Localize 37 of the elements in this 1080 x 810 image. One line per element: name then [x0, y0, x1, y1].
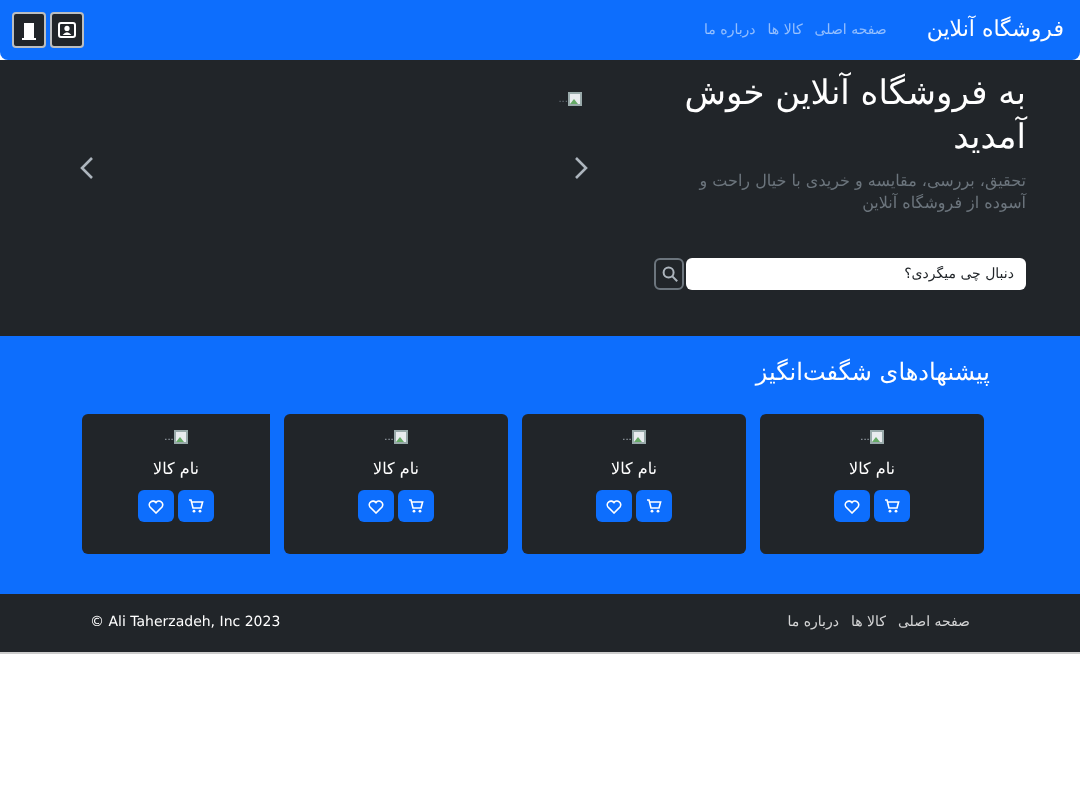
- add-to-cart-button[interactable]: [398, 490, 434, 522]
- heart-icon: [844, 499, 860, 513]
- favorite-button[interactable]: [358, 490, 394, 522]
- heart-icon: [148, 499, 164, 513]
- cart-icon: [646, 498, 662, 514]
- cart-icon: [884, 498, 900, 514]
- search-icon: [661, 266, 678, 282]
- cart-icon: [188, 498, 204, 514]
- favorite-button[interactable]: [834, 490, 870, 522]
- favorite-button[interactable]: [596, 490, 632, 522]
- heart-icon: [368, 499, 384, 513]
- broken-image-icon: [631, 430, 646, 444]
- product-name: نام کالا: [849, 458, 895, 482]
- broken-image-icon: [173, 430, 188, 444]
- cart-icon: [408, 498, 424, 514]
- product-name: نام کالا: [153, 458, 199, 482]
- add-to-cart-button[interactable]: [178, 490, 214, 522]
- broken-image-icon: [568, 92, 582, 106]
- door-icon: [22, 21, 36, 39]
- hero-title: به فروشگاه آنلاین خوش آمدید: [682, 72, 1026, 160]
- section-title: پیشنهادهای شگفت‌انگیز: [752, 356, 992, 390]
- chevron-right-icon: [573, 156, 587, 180]
- brand-title[interactable]: فروشگاه آنلاین: [926, 13, 1064, 47]
- person-card-icon: [58, 22, 76, 38]
- broken-image-icon: [393, 430, 408, 444]
- favorite-button[interactable]: [138, 490, 174, 522]
- product-name: نام کالا: [373, 458, 419, 482]
- broken-image-icon: [869, 430, 884, 444]
- add-to-cart-button[interactable]: [636, 490, 672, 522]
- hero-subtitle: تحقیق، بررسی، مقایسه و خریدی با خیال راحت و آسوده از فروشگاه آنلاین: [696, 170, 1026, 214]
- door-button[interactable]: [12, 12, 46, 48]
- add-to-cart-button[interactable]: [874, 490, 910, 522]
- product-name: نام کالا: [611, 458, 657, 482]
- search-button[interactable]: [654, 258, 685, 290]
- chevron-left-icon: [79, 156, 93, 180]
- heart-icon: [606, 499, 622, 513]
- profile-button[interactable]: [50, 12, 84, 48]
